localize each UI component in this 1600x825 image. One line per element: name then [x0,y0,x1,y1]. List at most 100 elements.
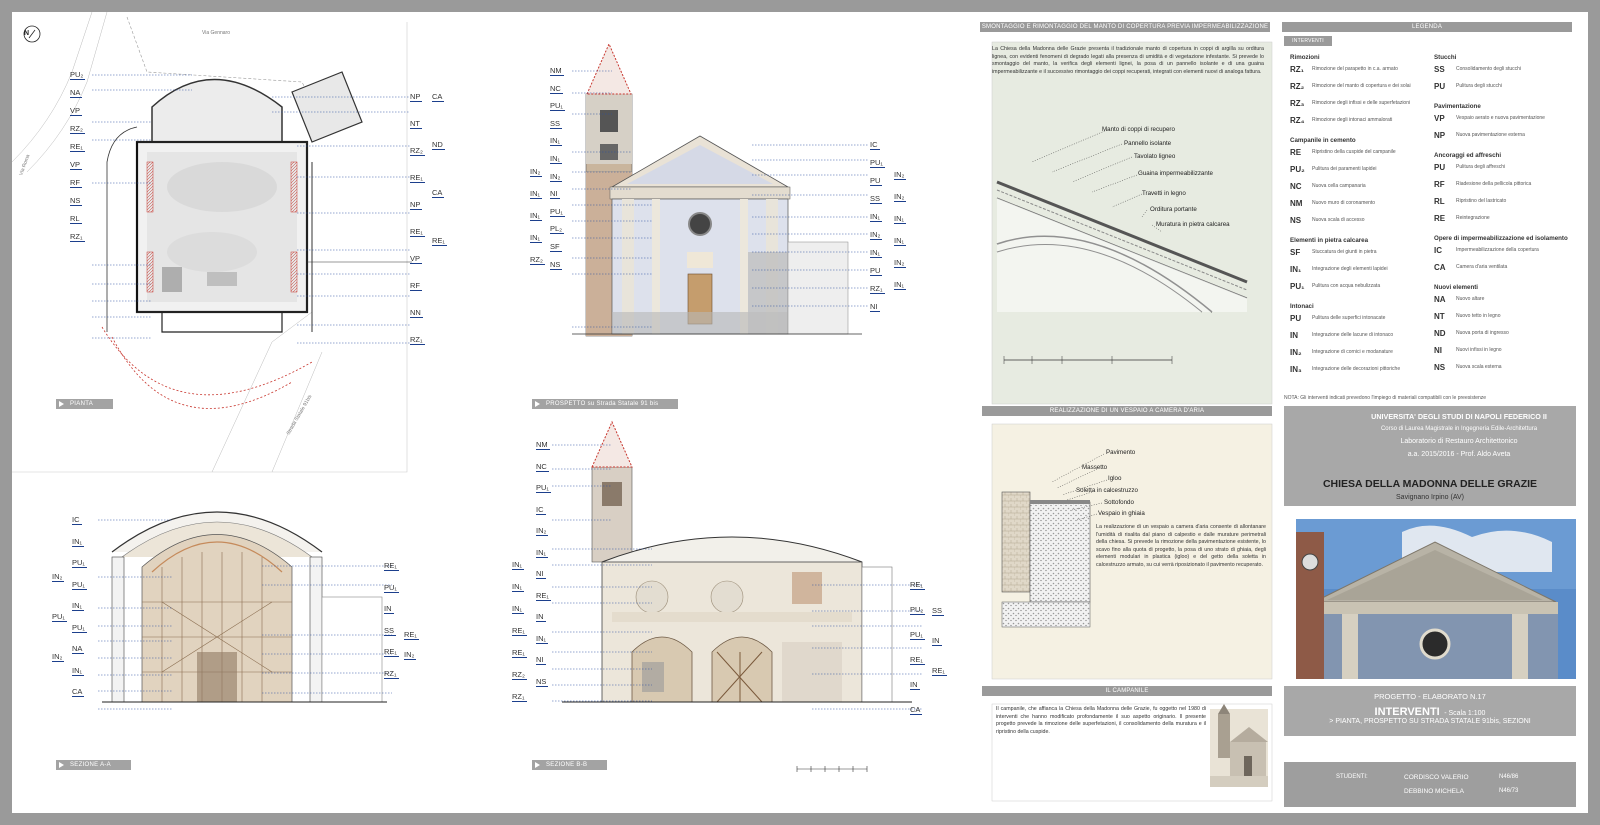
intervention-code-tag: RZ₁ [384,668,399,679]
intervention-code-tag: RE₁ [384,561,399,571]
intervention-code-tag: RE₁ [384,647,399,657]
legend-code: RZ₃ [1290,99,1305,108]
vespaio-panel-text: La realizzazione di un vespaio a camera … [1096,524,1266,568]
intervention-code-tag: IN₂ [52,652,65,662]
legend-description: Nuovo altare [1456,296,1485,302]
legend-code: SS [1434,65,1445,74]
intervention-code-tag: PU₁ [72,558,87,568]
intervention-code-tag: PU [870,176,883,186]
intervention-code-tag: IN₁ [512,560,525,570]
university-block: UNIVERSITA' DEGLI STUDI DI NAPOLI FEDERI… [1284,406,1576,506]
intervention-code-tag: PU₂ [910,605,926,615]
intervention-code-tag: RE₁ [910,655,925,665]
legend-description: Nuova pavimentazione esterna [1456,132,1525,138]
intervention-code-tag: IN₁ [530,211,543,221]
street-label-top: Via Gennaro [202,30,230,36]
intervention-code-tag: PU₁ [910,630,925,640]
legend-code: IC [1434,246,1442,255]
legend-description: Camera d'aria ventilata [1456,264,1508,270]
intervention-code-tag: RE₁ [536,590,551,601]
legend-group-heading: Pavimentazione [1434,103,1481,110]
north-arrow-label: N [24,30,30,37]
campanile-panel-text: Il campanile, che affianca la Chiesa del… [996,706,1206,735]
church-location: Savignano Irpino (AV) [1396,494,1464,501]
intervention-code-tag: SF [550,242,562,252]
intervention-code-tag: IN₁ [870,212,883,222]
legend-code: NS [1434,363,1446,372]
intervention-code-tag: PU₁ [550,206,565,217]
intervention-code-tag: IN₁ [512,604,525,614]
legend-code: RL [1434,197,1445,206]
legend-subtitle: INTERVENTI [1284,36,1332,46]
roof-detail [991,41,1273,405]
intervention-code-tag: IN₂ [894,192,907,202]
project-number: PROGETTO - ELABORATO N.17 [1374,692,1486,701]
intervention-code-tag: IN₂ [404,650,417,660]
legend-description: Ripristino del lastricato [1456,198,1507,204]
legend-code: RZ₂ [1290,82,1305,91]
intervention-code-tag: PU [870,266,883,276]
legend-code: NA [1434,295,1446,304]
legend-code: NP [1434,131,1446,140]
facade-drawing [572,42,868,337]
intervention-code-tag: RF [410,281,422,291]
project-block: PROGETTO - ELABORATO N.17 INTERVENTI - S… [1284,686,1576,736]
intervention-code-tag: ND [432,140,445,150]
legend-description: Nuova cella campanaria [1312,183,1366,189]
intervention-code-tag: IN [384,604,394,614]
intervention-code-tag: RE₁ [432,236,447,246]
legend-code: PU₁ [1290,282,1305,291]
legend-description: Integrazione degli elementi lapidei [1312,266,1388,272]
legend-code: SF [1290,248,1301,257]
intervention-code-tag: NM [550,66,564,76]
legend-code: PU [1434,163,1446,172]
intervention-code-tag: IN₁ [512,582,525,592]
intervention-code-tag: NA [70,88,83,98]
intervention-code-tag: PU₁ [72,622,87,633]
laboratory-name: Laboratorio di Restauro Architettonico [1400,438,1518,445]
legend-description: Stuccatura dei giunti in pietra [1312,249,1377,255]
legend-group-heading: Stucchi [1434,54,1457,61]
intervention-code-tag: RL [70,214,82,224]
project-content: > PIANTA, PROSPETTO SU STRADA STATALE 91… [1329,718,1531,725]
church-name: CHIESA DELLA MADONNA DELLE GRAZIE [1322,478,1538,490]
intervention-code-tag: NI [536,655,546,665]
intervention-code-tag: NI [870,302,880,312]
legend-description: Rimozione degli intonaci ammalorati [1312,117,1393,123]
legend-code: ND [1434,329,1446,338]
legend-code: NC [1290,182,1302,191]
legend-code: PU [1434,82,1446,91]
intervention-code-tag: NC [550,83,563,94]
intervention-code-tag: IN₁ [894,236,907,246]
university-name: UNIVERSITA' DEGLI STUDI DI NAPOLI FEDERI… [1371,412,1547,421]
legend-description: Nuovi infissi in legno [1456,347,1502,353]
degree-course: Corso di Laurea Magistrale in Ingegneria… [1380,426,1538,432]
intervention-code-tag: VP [70,160,83,170]
legend-description: Pulitura degli stucchi [1456,83,1502,89]
intervention-code-tag: IN₁ [530,189,543,199]
intervention-code-tag: IN₁ [870,248,883,258]
intervention-code-tag: RZ₁ [512,692,527,702]
intervention-code-tag: CA [910,705,923,715]
roof-panel-text: La Chiesa della Madonna delle Grazie pre… [992,46,1264,75]
legend-description: Reintegrazione [1456,215,1490,221]
intervention-code-tag: RZ₂ [530,255,545,265]
intervention-code-tag: IN₁ [530,233,543,243]
legend-box: Rimozioni RZ₁ Rimozione del parapetto in c… [1284,48,1574,398]
roof-label-4: Guaina impermeabilizzante [1138,170,1213,177]
intervention-code-tag: NS [536,676,549,687]
academic-year: a.a. 2015/2016 - Prof. Aldo Aveta [1407,451,1511,458]
intervention-code-tag: IN₁ [72,665,85,676]
intervention-code-tag: NI [536,569,546,579]
legend-title: LEGENDA [1282,22,1572,32]
legend-description: Nuovo muro di coronamento [1312,200,1376,206]
student-1-id: N46/86 [1499,774,1519,780]
legend-code: IN₁ [1290,265,1302,274]
intervention-code-tag: PU₁ [870,158,885,168]
intervention-code-tag: IN₂ [550,171,563,182]
intervention-code-tag: RZ₁ [870,284,885,294]
church-photo [1296,519,1576,679]
intervention-code-tag: RF [70,178,82,188]
section-a-drawing [98,511,392,710]
intervention-code-tag: IC [72,515,82,525]
